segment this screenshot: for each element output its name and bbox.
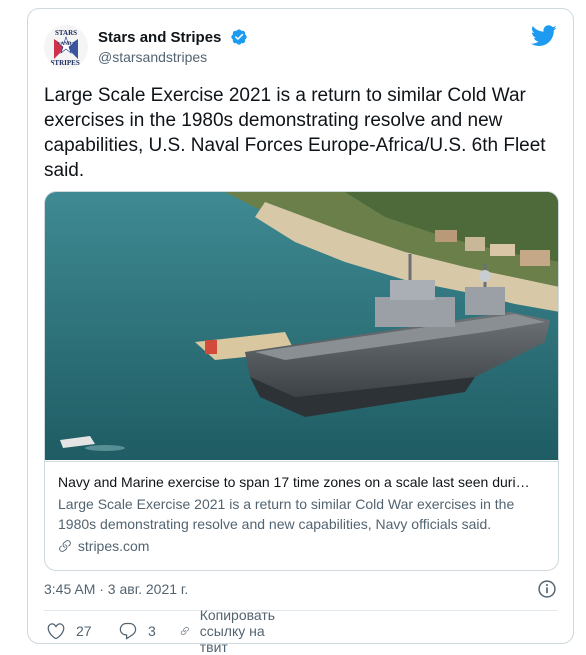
ship-photo[interactable]: [45, 192, 559, 460]
actions-divider: [44, 610, 557, 611]
link-preview-title[interactable]: Navy and Marine exercise to span 17 time…: [58, 472, 545, 492]
avatar-logo-text-mid: AND: [60, 42, 72, 47]
author-handle[interactable]: @starsandstripes: [98, 49, 248, 65]
reply-count: 3: [148, 623, 156, 639]
link-icon: [59, 540, 71, 552]
reply-icon: [119, 622, 137, 640]
tweet-header: STARS AND STRIPES. Stars and Stripes @st…: [44, 25, 557, 73]
link-preview-domain[interactable]: stripes.com: [58, 536, 545, 556]
tweet-card: STARS AND STRIPES. Stars and Stripes @st…: [27, 8, 574, 655]
like-button[interactable]: 27: [46, 620, 92, 642]
heart-icon: [47, 623, 65, 640]
tweet-text: Large Scale Exercise 2021 is a return to…: [44, 85, 546, 181]
avatar[interactable]: STARS AND STRIPES.: [44, 25, 88, 69]
like-count: 27: [76, 623, 92, 639]
verified-badge-icon: [231, 29, 247, 45]
info-icon[interactable]: [537, 579, 557, 599]
link-preview-description: Large Scale Exercise 2021 is a return to…: [58, 496, 515, 532]
link-preview-body: Navy and Marine exercise to span 17 time…: [45, 461, 558, 566]
avatar-logo-text-bottom: STRIPES.: [50, 59, 82, 67]
copy-link-button[interactable]: Копировать ссылку на твит: [180, 607, 285, 655]
copy-link-icon: [180, 626, 189, 636]
author-display-name[interactable]: Stars and Stripes: [98, 29, 221, 46]
link-preview-card[interactable]: Navy and Marine exercise to span 17 time…: [44, 191, 559, 571]
reply-button[interactable]: 3: [118, 620, 156, 642]
author-names: Stars and Stripes @starsandstripes: [98, 28, 248, 65]
tweet-timestamp[interactable]: 3:45 AM · 3 авг. 2021 г.: [44, 581, 188, 597]
avatar-logo-text-top: STARS: [54, 29, 78, 37]
copy-link-label: Копировать ссылку на твит: [199, 607, 276, 655]
twitter-bird-icon[interactable]: [531, 25, 557, 47]
link-preview-domain-text: stripes.com: [77, 538, 150, 554]
